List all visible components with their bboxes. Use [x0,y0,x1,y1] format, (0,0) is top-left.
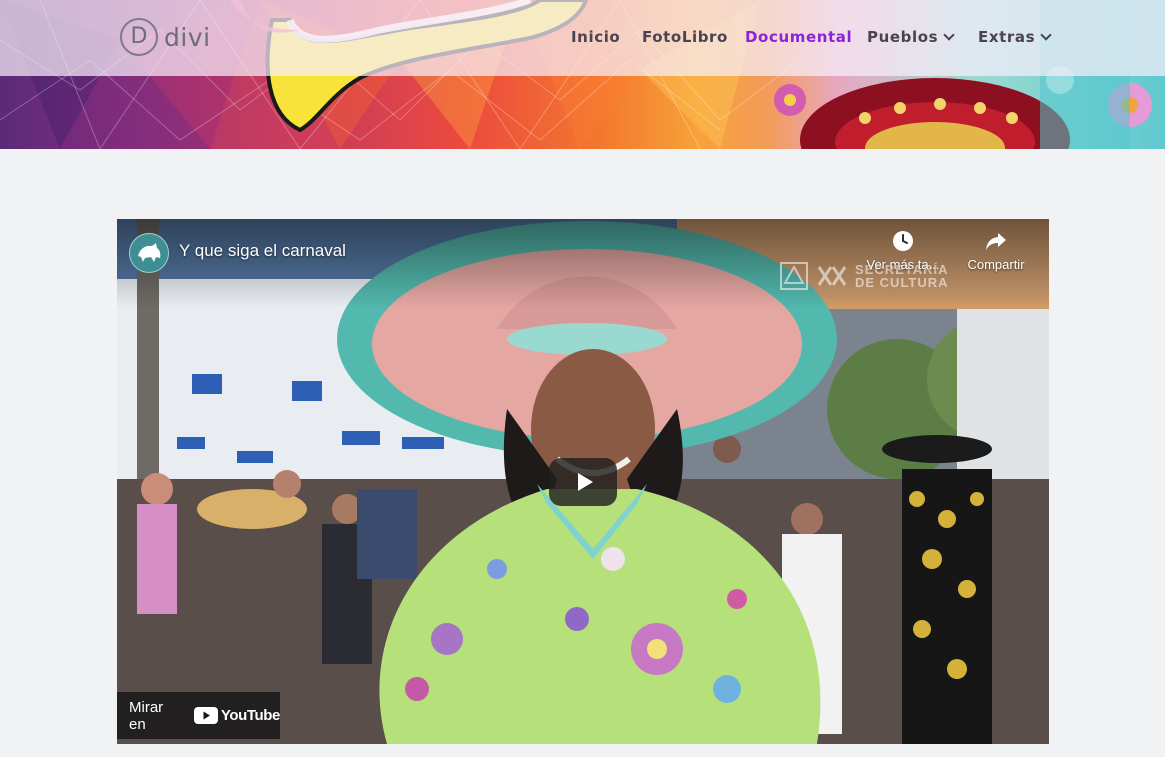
nav-item-fotolibro[interactable]: FotoLibro [642,28,728,46]
chevron-down-icon [1040,28,1052,41]
clock-icon [893,231,913,251]
video-title[interactable]: Y que siga el carnaval [179,241,346,261]
share-button[interactable]: Compartir [956,229,1036,272]
nav-item-documental[interactable]: Documental [745,28,852,46]
watch-later-label: Ver más ta... [866,257,940,272]
nav-item-label: Documental [745,28,853,46]
nav-item-label: Inicio [571,28,621,46]
play-icon [577,473,593,491]
channel-logo-icon [138,243,161,262]
nav-item-extras[interactable]: Extras [978,28,1052,46]
cdmx-logo-icon [817,266,847,286]
main-nav: Inicio FotoLibro Documental Pueblos Extr… [0,28,1165,48]
share-label: Compartir [967,257,1025,272]
watermark-line-2: DE CULTURA [855,275,949,290]
watch-on-label: Mirar en [129,698,164,733]
coat-of-arms-icon [780,262,808,290]
play-button[interactable] [549,458,617,506]
share-arrow-icon [986,233,1006,250]
channel-avatar[interactable] [129,233,169,273]
site-header: D divi Inicio FotoLibro Documental Puebl… [0,0,1165,76]
nav-item-label: Extras [978,28,1036,46]
youtube-wordmark: YouTube [220,707,281,724]
watch-later-button[interactable]: Ver más ta... [863,229,943,272]
nav-item-label: FotoLibro [642,28,728,46]
youtube-embed[interactable]: Y que siga el carnaval SECRETARÍA DE CUL… [117,219,1049,744]
chevron-down-icon [943,28,955,41]
youtube-play-icon [193,707,218,724]
nav-item-label: Pueblos [867,28,939,46]
watch-on-youtube-button[interactable]: Mirar en YouTube [117,692,280,739]
youtube-logo: YouTube [193,707,281,724]
nav-item-inicio[interactable]: Inicio [571,28,620,46]
nav-item-pueblos[interactable]: Pueblos [867,28,955,46]
